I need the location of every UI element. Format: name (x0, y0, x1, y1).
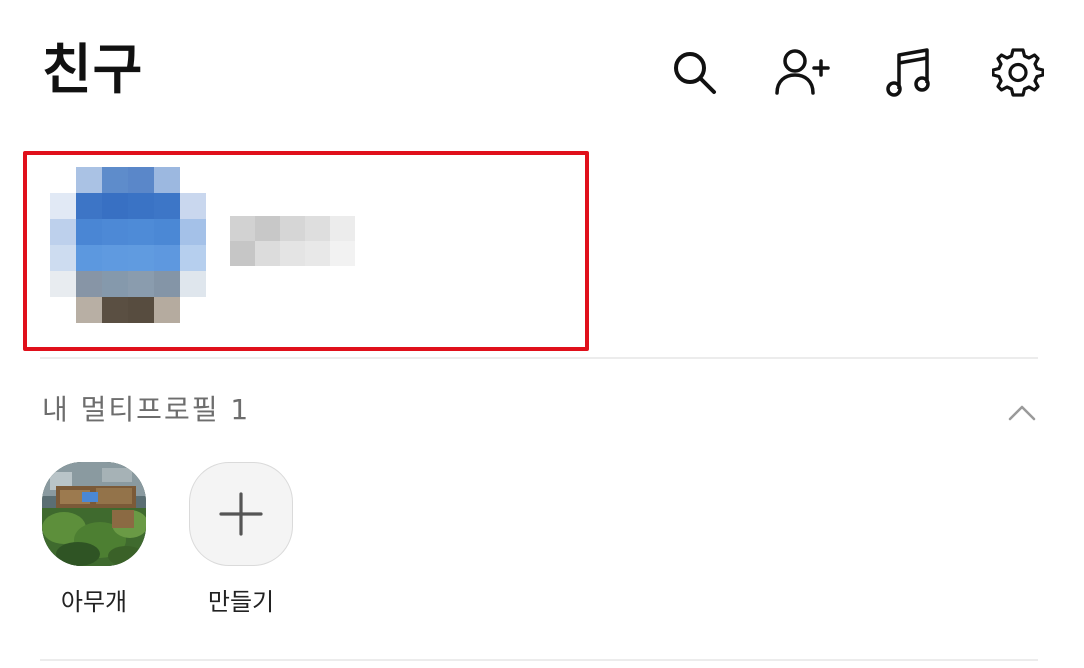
add-friend-icon (775, 49, 830, 95)
page-title: 친구 (42, 38, 144, 101)
multi-profile-label: 아무개 (60, 588, 128, 616)
add-friend-button[interactable] (772, 42, 832, 102)
collapse-button[interactable] (1000, 390, 1044, 434)
settings-icon (992, 48, 1044, 97)
plus-icon (219, 492, 263, 536)
section-title: 내 멀티프로필 1 (42, 393, 251, 426)
divider (40, 659, 1038, 661)
search-button[interactable] (664, 42, 724, 102)
divider (40, 357, 1038, 359)
chevron-up-icon (1008, 405, 1036, 421)
music-button[interactable] (880, 42, 940, 102)
my-profile-card[interactable] (23, 151, 589, 351)
create-profile-label: 만들기 (207, 588, 275, 616)
settings-button[interactable] (988, 42, 1048, 102)
create-multi-profile-item[interactable]: 만들기 (186, 462, 296, 618)
friends-screen: 친구 내 멀티프로필 1 아무개 만들기 (0, 0, 1084, 668)
multi-profile-item[interactable]: 아무개 (39, 462, 149, 618)
avatar (50, 167, 206, 323)
multi-profile-avatar (42, 462, 146, 566)
create-profile-button[interactable] (189, 462, 293, 566)
header-actions (664, 42, 1048, 102)
search-icon (674, 52, 716, 94)
music-icon (886, 48, 930, 97)
profile-name (230, 216, 355, 266)
